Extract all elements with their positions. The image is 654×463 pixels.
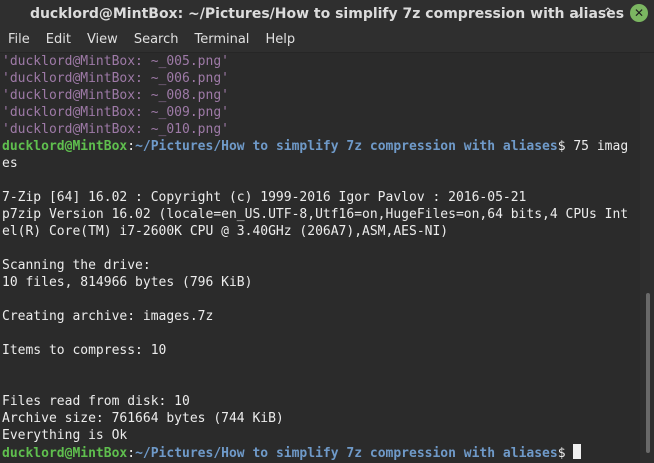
output-line: Items to compress: 10: [2, 343, 167, 358]
command-text: 75 imag: [573, 139, 629, 154]
output-line: 7-Zip [64] 16.02 : Copyright (c) 1999-20…: [2, 190, 527, 205]
prompt-path: ~/Pictures/How to simplify 7z compressio…: [135, 446, 558, 461]
menu-view[interactable]: View: [79, 32, 126, 47]
output-line: Files read from disk: 10: [2, 394, 190, 409]
prompt-separator: :: [127, 139, 136, 154]
terminal-line: 'ducklord@MintBox: ~_006.png': [2, 71, 229, 86]
text-cursor: [573, 444, 582, 459]
output-line: 10 files, 814966 bytes (796 KiB): [2, 275, 253, 290]
prompt-user: ducklord@MintBox: [2, 139, 128, 154]
terminal-line: 'ducklord@MintBox: ~_005.png': [2, 54, 229, 69]
prompt-dollar: $: [557, 446, 574, 461]
prompt-path: ~/Pictures/How to simplify 7z compressio…: [135, 139, 558, 154]
prompt-user: ducklord@MintBox: [2, 446, 128, 461]
close-button[interactable]: ✕: [630, 4, 648, 22]
prompt-line: ducklord@MintBox:~/Pictures/How to simpl…: [2, 444, 642, 461]
terminal-line: 'ducklord@MintBox: ~_010.png': [2, 122, 229, 137]
terminal-line: 'ducklord@MintBox: ~_008.png': [2, 88, 229, 103]
menu-bar: File Edit View Search Terminal Help: [0, 27, 654, 53]
menu-help[interactable]: Help: [257, 32, 303, 47]
prompt-separator: :: [127, 446, 136, 461]
output-line: p7zip Version 16.02 (locale=en_US.UTF-8,…: [2, 207, 629, 222]
window-title: ducklord@MintBox: ~/Pictures/How to simp…: [29, 5, 625, 22]
window-controls: ⌄ ⌃ ✕: [570, 4, 648, 22]
output-line: el(R) Core(TM) i7-2600K CPU @ 3.40GHz (2…: [2, 224, 449, 239]
terminal-line: 'ducklord@MintBox: ~_009.png': [2, 105, 229, 120]
output-line: Creating archive: images.7z: [2, 309, 214, 324]
menu-terminal[interactable]: Terminal: [186, 32, 257, 47]
menu-file[interactable]: File: [0, 32, 38, 47]
scrollbar-thumb[interactable]: [646, 293, 650, 453]
output-line: Everything is Ok: [2, 428, 128, 443]
terminal-output[interactable]: 'ducklord@MintBox: ~_005.png' 'ducklord@…: [0, 53, 642, 463]
title-bar[interactable]: ducklord@MintBox: ~/Pictures/How to simp…: [0, 0, 654, 27]
scrollbar[interactable]: [640, 53, 654, 463]
command-continuation: es: [2, 156, 18, 171]
prompt-dollar: $: [557, 139, 574, 154]
output-line: Archive size: 761664 bytes (744 KiB): [2, 411, 284, 426]
output-line: Scanning the drive:: [2, 258, 151, 273]
menu-edit[interactable]: Edit: [38, 32, 79, 47]
prompt-line: ducklord@MintBox:~/Pictures/How to simpl…: [2, 138, 642, 155]
maximize-button[interactable]: ⌃: [600, 5, 616, 21]
menu-search[interactable]: Search: [126, 32, 187, 47]
terminal-window: ducklord@MintBox: ~/Pictures/How to simp…: [0, 0, 654, 463]
minimize-button[interactable]: ⌄: [570, 5, 586, 21]
